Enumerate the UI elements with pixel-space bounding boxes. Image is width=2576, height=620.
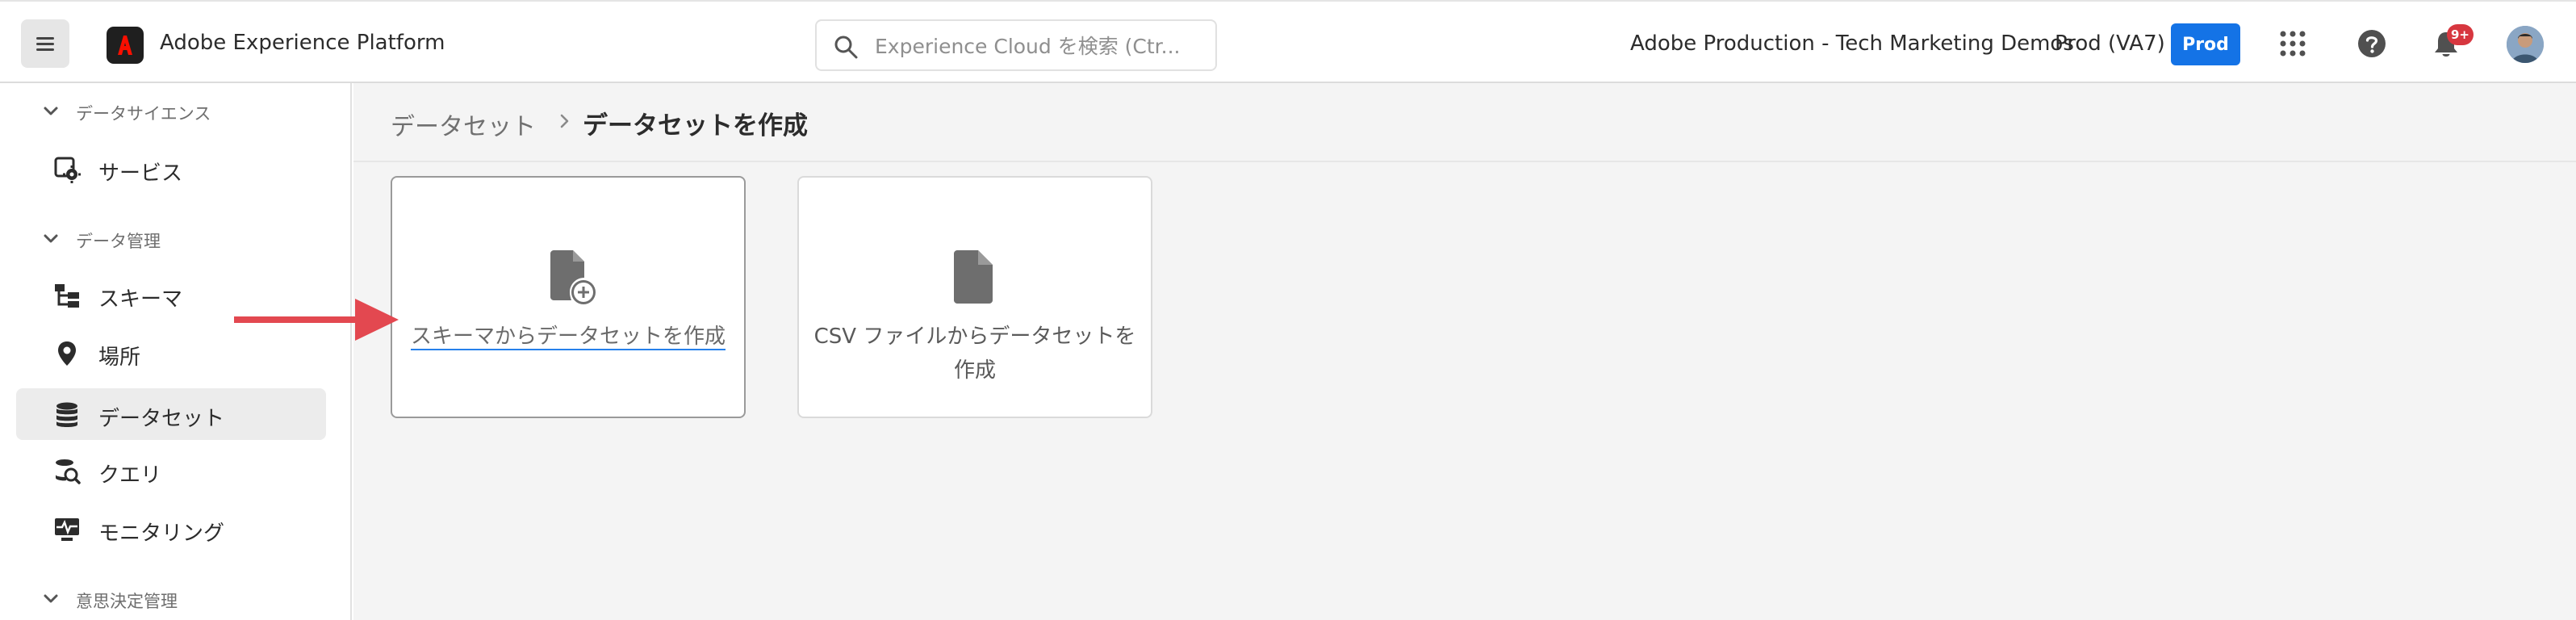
sidebar-item-label: スキーマ: [98, 287, 183, 312]
chevron-down-icon: [44, 594, 58, 603]
sidebar-item-label: サービス: [98, 161, 183, 186]
create-from-schema-card[interactable]: スキーマからデータセットを作成: [391, 176, 746, 418]
create-from-csv-card[interactable]: CSV ファイルからデータセットを 作成: [797, 176, 1152, 418]
database-icon: [56, 402, 77, 427]
file-add-icon: [550, 250, 596, 304]
sidebar-item-label: モニタリング: [98, 522, 225, 546]
section-label: データサイエンス: [76, 104, 211, 124]
left-nav: データサイエンス サービス データ管理 スキーマ 場所 データセット クエリ モ…: [0, 83, 352, 620]
page-title: データセットを作成: [583, 111, 808, 140]
card-label-line2: 作成: [953, 358, 996, 383]
notification-count-badge: 9+: [2447, 24, 2474, 45]
avatar[interactable]: [2507, 26, 2544, 63]
sidebar-item-label: データセット: [98, 407, 225, 431]
location-pin-icon: [58, 341, 76, 366]
breadcrumb: データセット データセットを作成: [353, 83, 2576, 162]
apps-grid-icon[interactable]: [2277, 28, 2308, 59]
sandbox-badge[interactable]: Prod: [2171, 23, 2240, 65]
main-content: データセット データセットを作成 スキーマからデータセットを作成 CSV ファイ…: [353, 83, 2576, 620]
menu-icon-bar: [36, 48, 54, 51]
sidebar-item-services[interactable]: サービス: [16, 143, 326, 195]
sidebar-item-label: 場所: [98, 346, 141, 370]
chevron-right-icon: [560, 114, 569, 128]
help-icon[interactable]: [2356, 28, 2387, 59]
sidebar-item-monitoring[interactable]: モニタリング: [16, 503, 326, 555]
menu-icon-bar: [36, 43, 54, 45]
section-label: データ管理: [76, 232, 161, 251]
sandbox-switcher[interactable]: Prod (VA7): [2055, 31, 2165, 56]
sidebar-item-label: クエリ: [98, 463, 162, 488]
search-input[interactable]: [875, 32, 1206, 60]
schema-icon: [55, 284, 79, 308]
sidebar-item-datasets[interactable]: データセット: [16, 388, 326, 440]
annotation-arrow-icon: [234, 299, 399, 341]
card-label-line1: CSV ファイルからデータセットを: [813, 325, 1136, 349]
app-title[interactable]: Adobe Experience Platform: [160, 31, 445, 55]
breadcrumb-parent-link[interactable]: データセット: [391, 107, 536, 142]
card-label[interactable]: スキーマからデータセットを作成: [392, 320, 744, 354]
menu-icon: [36, 37, 54, 40]
query-icon: [56, 459, 81, 484]
monitoring-icon: [55, 518, 79, 541]
chevron-down-icon: [44, 234, 58, 243]
sidebar-item-queries[interactable]: クエリ: [16, 445, 326, 496]
section-label: 意思決定管理: [76, 592, 178, 611]
search-icon: [834, 36, 858, 59]
chevron-down-icon: [44, 107, 58, 115]
top-bar: Adobe Experience Platform Adobe Producti…: [0, 0, 2576, 83]
service-gear-icon: [54, 157, 81, 183]
adobe-logo-icon[interactable]: [107, 27, 144, 64]
search-box[interactable]: [815, 19, 1217, 71]
org-switcher[interactable]: Adobe Production - Tech Marketing Demos: [1630, 31, 2074, 56]
menu-button[interactable]: [21, 19, 69, 68]
file-icon: [954, 250, 993, 304]
